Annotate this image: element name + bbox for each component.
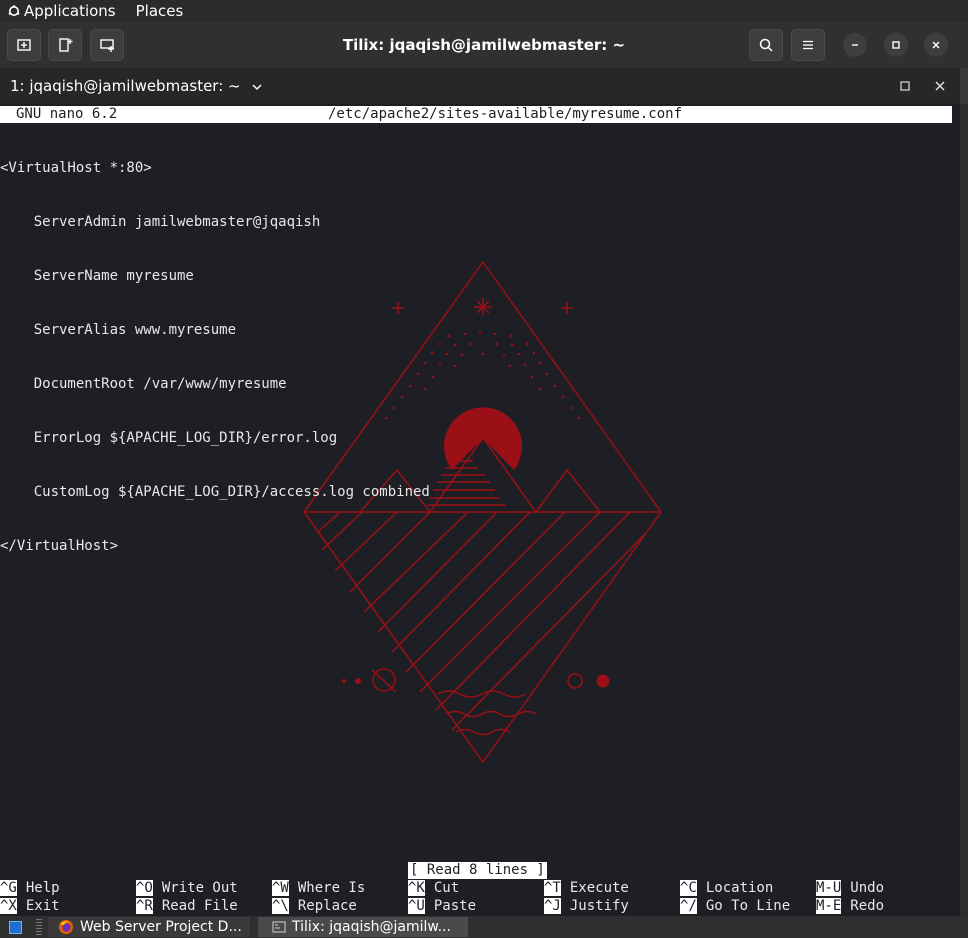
terminal-area[interactable]: GNU nano 6.2 /etc/apache2/sites-availabl… — [0, 104, 960, 916]
file-content[interactable]: <VirtualHost *:80> ServerAdmin jamilwebm… — [0, 123, 430, 591]
shortcut-label: Location — [705, 880, 774, 896]
shortcut-key: ^T — [544, 880, 561, 896]
file-line: ServerName myresume — [0, 268, 194, 284]
minimize-button[interactable] — [843, 33, 867, 57]
shortcut-label: Cut — [433, 880, 460, 896]
shortcut-key: ^X — [0, 898, 17, 914]
split-down-button[interactable] — [48, 29, 82, 61]
file-line: CustomLog ${APACHE_LOG_DIR}/access.log c… — [0, 484, 430, 500]
nano-filename: /etc/apache2/sites-available/myresume.co… — [328, 106, 683, 122]
terminal-session-bar: 1: jqaqish@jamilwebmaster: ~ — [0, 68, 960, 104]
session-label: 1: jqaqish@jamilwebmaster: ~ — [10, 77, 241, 95]
close-terminal-icon[interactable] — [935, 81, 945, 91]
shortcut-where-is[interactable]: ^W Where Is — [272, 879, 365, 897]
maximize-icon — [892, 41, 900, 49]
shortcut-key: ^/ — [680, 898, 697, 914]
firefox-icon — [59, 920, 73, 934]
split-icon — [59, 38, 73, 52]
shortcut-exit[interactable]: ^X Exit — [0, 897, 60, 915]
shortcut-label: Execute — [569, 880, 629, 896]
shortcut-location[interactable]: ^C Location — [680, 879, 773, 897]
bottom-taskbar: Web Server Project D... Tilix: jqaqish@j… — [0, 916, 968, 938]
shortcut-key: ^\ — [272, 898, 289, 914]
shortcut-label: Justify — [569, 898, 629, 914]
applications-menu[interactable]: Applications — [8, 2, 116, 20]
find-button[interactable] — [749, 29, 783, 61]
shortcut-write-out[interactable]: ^O Write Out — [136, 879, 238, 897]
shortcut-cut[interactable]: ^K Cut — [408, 879, 459, 897]
shortcut-key: ^G — [0, 880, 17, 896]
places-label: Places — [135, 2, 184, 20]
add-terminal-button[interactable] — [7, 29, 41, 61]
shortcut-label: Redo — [850, 898, 885, 914]
shortcut-redo[interactable]: M-E Redo — [816, 897, 884, 915]
shortcut-key: ^K — [408, 880, 425, 896]
shortcut-replace[interactable]: ^\ Replace — [272, 897, 357, 915]
close-button[interactable] — [924, 33, 948, 57]
minimize-icon — [852, 44, 858, 46]
applications-label: Applications — [24, 2, 116, 20]
places-menu[interactable]: Places — [136, 2, 184, 20]
taskbar-item-browser[interactable]: Web Server Project D... — [48, 917, 250, 937]
file-line: DocumentRoot /var/www/myresume — [0, 376, 287, 392]
shortcut-label: Go To Line — [705, 898, 791, 914]
shortcut-label: Exit — [25, 898, 60, 914]
shortcut-execute[interactable]: ^T Execute — [544, 879, 629, 897]
applications-icon — [8, 5, 20, 16]
close-icon — [932, 41, 940, 49]
search-icon — [759, 38, 773, 52]
shortcut-read-file[interactable]: ^R Read File — [136, 897, 238, 915]
hamburger-menu-icon — [803, 40, 813, 50]
shortcut-label: Write Out — [161, 880, 238, 896]
shortcut-label: Undo — [850, 880, 885, 896]
shortcut-help[interactable]: ^G Help — [0, 879, 60, 897]
maximize-terminal-icon[interactable] — [900, 81, 910, 91]
shortcut-key: M-E — [816, 898, 842, 914]
file-line: <VirtualHost *:80> — [0, 160, 152, 176]
nano-header: GNU nano 6.2 /etc/apache2/sites-availabl… — [0, 106, 952, 123]
show-desktop-icon[interactable] — [9, 921, 22, 934]
shortcut-key: ^C — [680, 880, 697, 896]
file-line: ServerAdmin jamilwebmaster@jqaqish — [0, 214, 321, 230]
terminal-scrollbar[interactable] — [960, 104, 968, 916]
scrollbar-top — [960, 68, 968, 104]
shortcut-key: ^W — [272, 880, 289, 896]
taskbar-handle — [36, 919, 42, 935]
status-message: [ Read 8 lines ] — [408, 862, 547, 879]
shortcut-undo[interactable]: M-U Undo — [816, 879, 884, 897]
shortcut-label: Replace — [297, 898, 357, 914]
shortcut-key: M-U — [816, 880, 842, 896]
shortcut-label: Where Is — [297, 880, 366, 896]
taskbar-item-label: Web Server Project D... — [80, 919, 242, 935]
taskbar-item-tilix[interactable]: Tilix: jqaqish@jamilw... — [258, 917, 468, 937]
new-session-button[interactable] — [90, 29, 124, 61]
session-title[interactable]: 1: jqaqish@jamilwebmaster: ~ — [10, 68, 263, 104]
shortcut-key: ^U — [408, 898, 425, 914]
shortcut-go-to-line[interactable]: ^/ Go To Line — [680, 897, 790, 915]
shortcut-label: Help — [25, 880, 60, 896]
window-titlebar: Tilix: jqaqish@jamilwebmaster: ~ — [0, 22, 968, 68]
file-line: </VirtualHost> — [0, 538, 119, 554]
add-terminal-icon — [17, 39, 31, 51]
shortcut-key: ^R — [136, 898, 153, 914]
file-line: ErrorLog ${APACHE_LOG_DIR}/error.log — [0, 430, 338, 446]
taskbar-item-label: Tilix: jqaqish@jamilw... — [292, 919, 451, 935]
shortcut-paste[interactable]: ^U Paste — [408, 897, 476, 915]
main-menu-button[interactable] — [791, 29, 825, 61]
file-line: ServerAlias www.myresume — [0, 322, 237, 338]
top-panel: Applications Places — [0, 0, 968, 22]
shortcut-key: ^J — [544, 898, 561, 914]
maximize-button[interactable] — [884, 33, 908, 57]
shortcut-label: Paste — [433, 898, 477, 914]
shortcut-justify[interactable]: ^J Justify — [544, 897, 629, 915]
new-session-icon — [100, 39, 114, 52]
shortcut-key: ^O — [136, 880, 153, 896]
nano-version: GNU nano 6.2 — [16, 106, 118, 122]
chevron-down-icon[interactable] — [251, 82, 263, 92]
terminal-icon — [272, 921, 286, 933]
shortcut-label: Read File — [161, 898, 238, 914]
